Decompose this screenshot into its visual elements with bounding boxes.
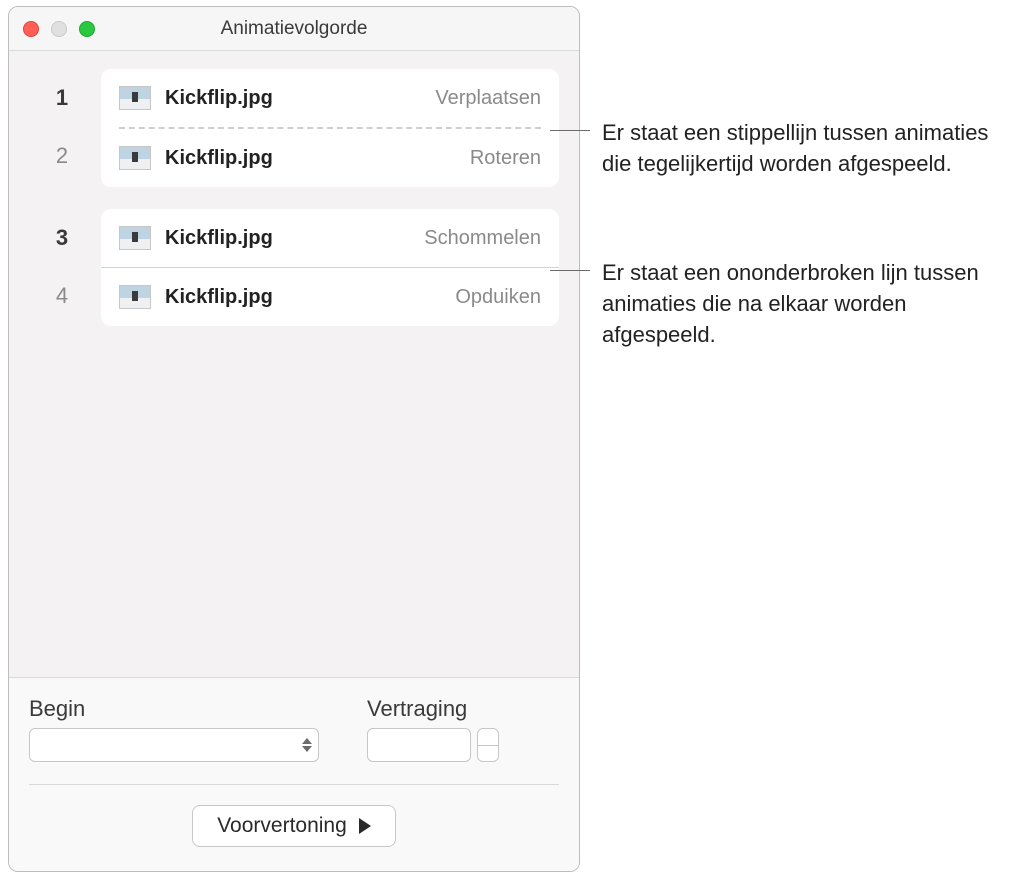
item-filename: Kickflip.jpg bbox=[165, 87, 421, 110]
delay-label: Vertraging bbox=[367, 696, 499, 722]
stepper-down-button[interactable] bbox=[478, 745, 498, 762]
window-minimize-button[interactable] bbox=[51, 21, 67, 37]
animation-order-window: Animatievolgorde 1 2 Kickflip.jpg Verpla… bbox=[8, 6, 580, 872]
preview-button-label: Voorvertoning bbox=[217, 814, 347, 838]
item-effect: Schommelen bbox=[424, 227, 541, 250]
callout-solid: Er staat een ononderbroken lijn tussen a… bbox=[602, 258, 1002, 350]
begin-dropdown[interactable] bbox=[29, 728, 319, 762]
animation-group-card: Kickflip.jpg Verplaatsen Kickflip.jpg Ro… bbox=[101, 69, 559, 187]
callout-text: Er staat een stippellijn tussen animatie… bbox=[602, 120, 988, 176]
stepper-up-button[interactable] bbox=[478, 729, 498, 745]
callout-text: Er staat een ononderbroken lijn tussen a… bbox=[602, 260, 979, 347]
animation-row[interactable]: Kickflip.jpg Verplaatsen bbox=[101, 69, 559, 127]
footer-panel: Begin Vertraging bbox=[9, 678, 579, 871]
item-filename: Kickflip.jpg bbox=[165, 227, 410, 250]
row-number: 4 bbox=[23, 283, 101, 309]
item-thumbnail bbox=[119, 86, 151, 110]
delay-input[interactable] bbox=[367, 728, 471, 762]
delay-stepper[interactable] bbox=[477, 728, 499, 762]
footer-separator bbox=[29, 784, 559, 785]
traffic-lights bbox=[23, 21, 95, 37]
item-effect: Verplaatsen bbox=[435, 87, 541, 110]
animation-list: 1 2 Kickflip.jpg Verplaatsen Kickflip.jp… bbox=[9, 51, 579, 678]
preview-button[interactable]: Voorvertoning bbox=[192, 805, 396, 847]
item-filename: Kickflip.jpg bbox=[165, 286, 441, 309]
callout-leader-line bbox=[550, 130, 590, 131]
row-number: 2 bbox=[23, 143, 101, 169]
animation-group-card: Kickflip.jpg Schommelen Kickflip.jpg Opd… bbox=[101, 209, 559, 326]
begin-label: Begin bbox=[29, 696, 319, 722]
row-number: 1 bbox=[23, 85, 101, 111]
item-effect: Opduiken bbox=[455, 286, 541, 309]
window-titlebar[interactable]: Animatievolgorde bbox=[9, 7, 579, 51]
window-close-button[interactable] bbox=[23, 21, 39, 37]
item-effect: Roteren bbox=[470, 147, 541, 170]
callout-leader-line bbox=[550, 270, 590, 271]
item-filename: Kickflip.jpg bbox=[165, 147, 456, 170]
animation-row[interactable]: Kickflip.jpg Opduiken bbox=[101, 268, 559, 326]
row-number: 3 bbox=[23, 225, 101, 251]
dropdown-stepper-icon bbox=[302, 738, 312, 752]
animation-row[interactable]: Kickflip.jpg Schommelen bbox=[101, 209, 559, 267]
callout-dashed: Er staat een stippellijn tussen animatie… bbox=[602, 118, 1002, 180]
animation-row[interactable]: Kickflip.jpg Roteren bbox=[101, 129, 559, 187]
item-thumbnail bbox=[119, 226, 151, 250]
item-thumbnail bbox=[119, 285, 151, 309]
window-zoom-button[interactable] bbox=[79, 21, 95, 37]
play-icon bbox=[359, 818, 371, 834]
item-thumbnail bbox=[119, 146, 151, 170]
